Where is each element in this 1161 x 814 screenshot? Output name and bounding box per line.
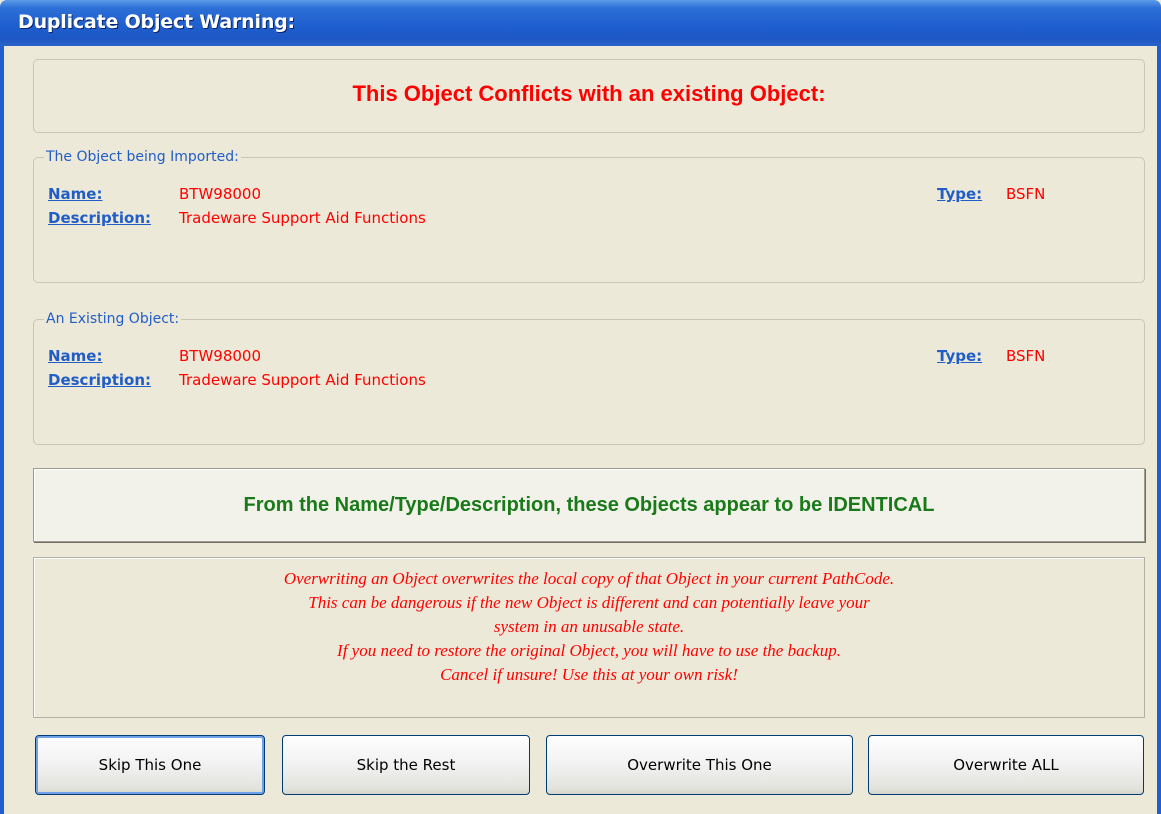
warning-line: If you need to restore the original Obje… — [337, 641, 841, 660]
existing-name-label: Name: — [48, 347, 103, 365]
warning-line: Cancel if unsure! Use this at your own r… — [440, 665, 738, 684]
imported-description-label: Description: — [48, 209, 152, 227]
overwrite-warning-box: Overwriting an Object overwrites the loc… — [33, 557, 1145, 718]
existing-type-label: Type: — [937, 347, 983, 365]
existing-name-value: BTW98000 — [179, 347, 262, 365]
dialog-window: Duplicate Object Warning: This Object Co… — [0, 0, 1161, 814]
imported-description-value: Tradeware Support Aid Functions — [179, 209, 426, 227]
existing-object-legend: An Existing Object: — [46, 311, 180, 327]
conflict-message: This Object Conflicts with an existing O… — [352, 81, 826, 106]
warning-line: Overwriting an Object overwrites the loc… — [283, 569, 895, 588]
warning-line: system in an unusable state. — [493, 617, 685, 636]
warning-line: This can be dangerous if the new Object … — [308, 593, 870, 612]
window-frame-right — [1157, 46, 1161, 814]
window-frame-left — [0, 46, 4, 814]
skip-this-one-button[interactable]: Skip This One — [35, 735, 265, 795]
existing-object-group: An Existing Object: Name: BTW98000 Type:… — [33, 311, 1145, 445]
imported-type-value: BSFN — [1006, 185, 1046, 203]
imported-object-group: The Object being Imported: Name: BTW9800… — [33, 149, 1145, 283]
existing-description-label: Description: — [48, 371, 152, 389]
window-title: Duplicate Object Warning: — [18, 11, 295, 33]
overwrite-all-button[interactable]: Overwrite ALL — [868, 735, 1144, 795]
imported-name-label: Name: — [48, 185, 103, 203]
existing-type-value: BSFN — [1006, 347, 1046, 365]
imported-name-value: BTW98000 — [179, 185, 262, 203]
existing-description-value: Tradeware Support Aid Functions — [179, 371, 426, 389]
identical-status-panel: From the Name/Type/Description, these Ob… — [33, 468, 1145, 542]
imported-type-label: Type: — [937, 185, 983, 203]
title-bar[interactable]: Duplicate Object Warning: — [0, 0, 1161, 46]
overwrite-this-one-button[interactable]: Overwrite This One — [546, 735, 853, 795]
imported-object-legend: The Object being Imported: — [46, 149, 239, 165]
conflict-header-box: This Object Conflicts with an existing O… — [33, 59, 1145, 133]
identical-message: From the Name/Type/Description, these Ob… — [243, 494, 935, 516]
skip-the-rest-button[interactable]: Skip the Rest — [282, 735, 530, 795]
